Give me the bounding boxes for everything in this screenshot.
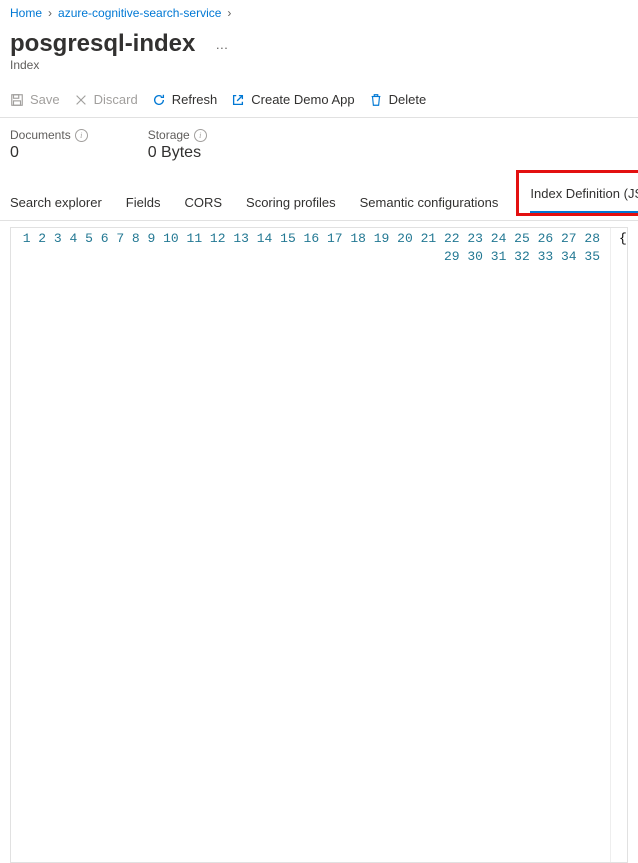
- discard-label: Discard: [94, 92, 138, 107]
- page-subtitle: Index: [0, 58, 638, 86]
- storage-label: Storage: [148, 128, 190, 142]
- breadcrumb: Home › azure-cognitive-search-service ›: [0, 0, 638, 26]
- refresh-label: Refresh: [172, 92, 218, 107]
- code-area[interactable]: { "name": "posgresql-index", "fields": […: [611, 228, 627, 862]
- storage-value: 0 Bytes: [148, 144, 207, 162]
- tab-search-explorer[interactable]: Search explorer: [10, 189, 102, 220]
- tab-cors[interactable]: CORS: [184, 189, 222, 220]
- more-icon[interactable]: …: [215, 37, 229, 52]
- refresh-icon: [152, 93, 166, 107]
- chevron-right-icon: ›: [48, 6, 52, 20]
- tab-index-definition[interactable]: Index Definition (JSON): [530, 180, 638, 213]
- demo-label: Create Demo App: [251, 92, 354, 107]
- refresh-button[interactable]: Refresh: [152, 92, 218, 107]
- breadcrumb-home[interactable]: Home: [10, 6, 42, 20]
- delete-label: Delete: [389, 92, 427, 107]
- breadcrumb-service[interactable]: azure-cognitive-search-service: [58, 6, 221, 20]
- documents-label: Documents: [10, 128, 71, 142]
- tab-semantic-config[interactable]: Semantic configurations: [360, 189, 499, 220]
- save-icon: [10, 93, 24, 107]
- tab-fields[interactable]: Fields: [126, 189, 161, 220]
- stat-storage: Storage i 0 Bytes: [148, 128, 207, 162]
- external-link-icon: [231, 93, 245, 107]
- info-icon[interactable]: i: [75, 129, 88, 142]
- save-label: Save: [30, 92, 60, 107]
- page-title: posgresql-index: [10, 30, 195, 58]
- tab-bar: Search explorer Fields CORS Scoring prof…: [0, 178, 638, 221]
- trash-icon: [369, 93, 383, 107]
- save-button[interactable]: Save: [10, 92, 60, 107]
- discard-button[interactable]: Discard: [74, 92, 138, 107]
- documents-value: 0: [10, 144, 88, 162]
- stat-documents: Documents i 0: [10, 128, 88, 162]
- info-icon[interactable]: i: [194, 129, 207, 142]
- tab-scoring-profiles[interactable]: Scoring profiles: [246, 189, 336, 220]
- stats-row: Documents i 0 Storage i 0 Bytes: [0, 118, 638, 178]
- create-demo-button[interactable]: Create Demo App: [231, 92, 354, 107]
- close-icon: [74, 93, 88, 107]
- chevron-right-icon: ›: [227, 6, 231, 20]
- line-gutter: 1 2 3 4 5 6 7 8 9 10 11 12 13 14 15 16 1…: [11, 228, 611, 862]
- toolbar: Save Discard Refresh Create Demo App Del…: [0, 86, 638, 118]
- delete-button[interactable]: Delete: [369, 92, 427, 107]
- json-editor[interactable]: 1 2 3 4 5 6 7 8 9 10 11 12 13 14 15 16 1…: [10, 227, 628, 863]
